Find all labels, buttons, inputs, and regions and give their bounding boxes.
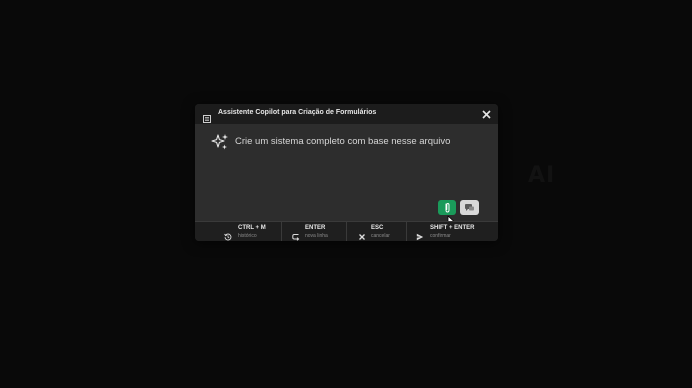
send-icon [416,228,424,241]
shortcut-hint: confirmar [430,233,451,239]
sparkle-icon [211,133,229,151]
shortcut-history[interactable]: CTRL + M histórico [195,222,282,241]
shortcut-key: ENTER [305,225,326,231]
chat-icon [465,204,474,211]
copilot-dialog: Assistente Copilot para Criação de Formu… [195,104,498,241]
shortcut-key: SHIFT + ENTER [430,225,475,231]
shortcut-confirm[interactable]: SHIFT + ENTER confirmar [407,222,498,241]
attach-file-button[interactable] [438,200,456,215]
shortcut-hint: histórico [238,233,257,239]
document-list-icon [203,110,211,123]
history-icon [224,228,232,241]
shortcut-key: CTRL + M [238,225,266,231]
shortcut-hint: cancelar [371,233,390,239]
background-watermark: AI [528,163,556,188]
shortcut-newline[interactable]: ENTER nova linha [282,222,347,241]
shortcut-hint: nova linha [305,233,328,239]
close-icon [481,110,491,119]
shortcut-key: ESC [371,225,384,231]
prompt-text[interactable]: Crie um sistema completo com base nesse … [235,136,450,147]
close-button[interactable] [480,107,492,121]
shortcut-cancel[interactable]: ESC cancelar [347,222,407,241]
newline-icon [292,228,300,241]
chat-button[interactable] [460,200,479,215]
shortcut-bar: CTRL + M histórico ENTER nova linha ESC … [195,221,498,241]
paperclip-icon [445,202,450,213]
dialog-titlebar: Assistente Copilot para Criação de Formu… [195,104,498,124]
close-icon [358,228,366,240]
dialog-title: Assistente Copilot para Criação de Formu… [218,109,377,116]
